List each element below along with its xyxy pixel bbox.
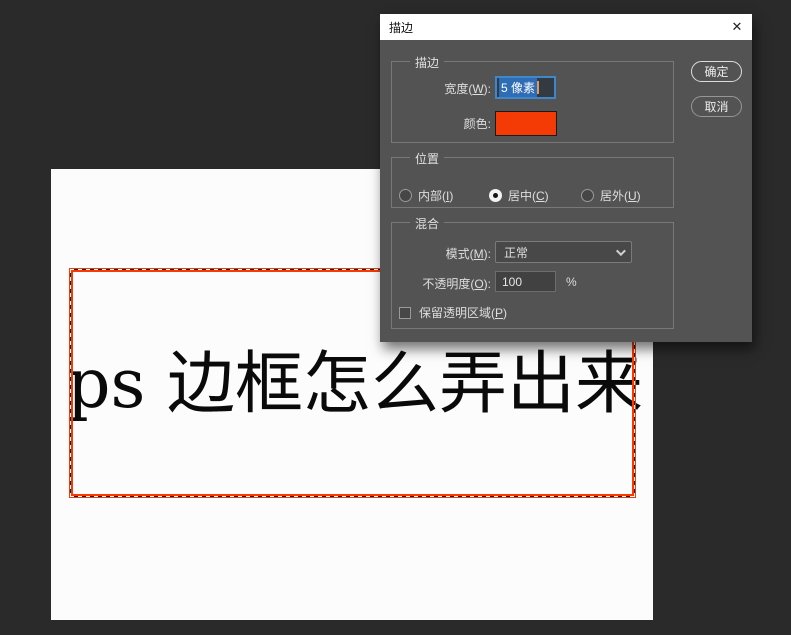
opacity-input[interactable]: 100 [495, 271, 556, 292]
blend-mode-value: 正常 [504, 245, 529, 260]
close-icon[interactable]: ✕ [722, 14, 752, 40]
selection-ants-left [70, 269, 71, 497]
color-label: 颜色: [463, 117, 491, 131]
opacity-unit: % [566, 275, 577, 289]
color-swatch[interactable] [495, 111, 557, 136]
preserve-transparency-row[interactable]: 保留透明区域(P) [399, 304, 507, 321]
radio-icon-outside[interactable] [581, 189, 594, 202]
width-input[interactable]: 5 像素 [495, 76, 556, 99]
ok-button[interactable]: 确定 [691, 61, 742, 82]
stroke-dialog: 描边 ✕ 描边 宽度(W): 5 像素 颜色: 位置 内部(I) 居中(C) 居… [380, 14, 752, 342]
dialog-title: 描边 [389, 20, 414, 35]
radio-label-center: 居中(C) [508, 189, 549, 203]
dialog-titlebar[interactable]: 描边 ✕ [380, 14, 752, 40]
radio-option-outside[interactable]: 居外(U) [581, 187, 641, 204]
selection-ants-bottom [70, 496, 635, 497]
preserve-transparency-label: 保留透明区域(P) [419, 306, 508, 320]
stroke-group-label: 描边 [410, 54, 445, 71]
radio-option-inside[interactable]: 内部(I) [399, 187, 453, 204]
radio-label-outside: 居外(U) [600, 189, 641, 203]
checkbox-icon[interactable] [399, 306, 411, 319]
radio-option-center[interactable]: 居中(C) [489, 187, 549, 204]
cancel-button[interactable]: 取消 [691, 96, 742, 117]
width-input-selected-text: 5 像素 [499, 78, 538, 97]
photoshop-workspace: ps 边框怎么弄出来 描边 ✕ 描边 宽度(W): 5 像素 颜色: 位置 内部… [0, 0, 791, 635]
width-label: 宽度(W): [444, 82, 491, 96]
radio-label-inside: 内部(I) [418, 189, 454, 203]
position-group-label: 位置 [410, 150, 445, 167]
blend-mode-select[interactable]: 正常 [495, 241, 632, 263]
opacity-label: 不透明度(O): [422, 277, 491, 291]
radio-icon-center[interactable] [489, 189, 502, 202]
mode-label: 模式(M): [445, 247, 491, 261]
text-cursor [537, 81, 540, 94]
chevron-down-icon [615, 245, 626, 256]
radio-icon-inside[interactable] [399, 189, 412, 202]
blend-group-label: 混合 [410, 215, 445, 232]
